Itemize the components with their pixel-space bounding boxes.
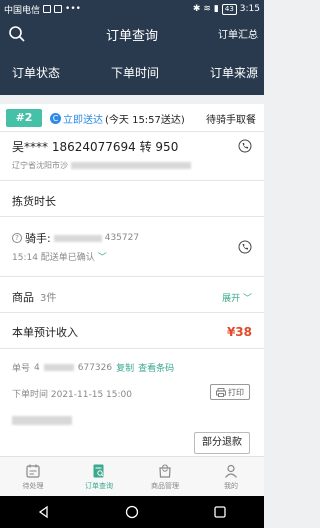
- estimated-income-label: 本单预计收入: [12, 326, 78, 339]
- rider-phone-icon[interactable]: [238, 240, 252, 254]
- chevron-down-icon: ﹀: [97, 253, 107, 263]
- redacted-address: [70, 162, 191, 169]
- wifi-icon: ≋: [203, 4, 211, 14]
- customer-info: 吴**** 18624077694 转 950: [12, 140, 179, 154]
- order-search-icon: [93, 464, 104, 477]
- expand-label: 展开: [222, 294, 241, 304]
- system-nav-bar: [0, 496, 264, 528]
- divider: [0, 276, 264, 277]
- signal-icon: ▮: [213, 4, 219, 14]
- search-icon[interactable]: [8, 25, 26, 43]
- goods-count: 3件: [40, 293, 57, 304]
- filter-bar: 订单状态 下单时间 订单来源: [0, 50, 264, 95]
- tab-order-search[interactable]: 订单查询: [66, 457, 132, 496]
- tab-order-search-label: 订单查询: [85, 481, 113, 490]
- page-title: 订单查询: [105, 28, 158, 44]
- bottom-tab-bar: 待处理 订单查询 商品管理 我的: [0, 456, 264, 496]
- status-bar: 中国电信 ••• ✱ ≋ ▮ 43 3:15: [0, 0, 264, 18]
- order-status: 待骑手取餐: [206, 115, 256, 126]
- recents-icon[interactable]: [213, 505, 227, 519]
- dispatch-text: 15:14 配送单已确认: [12, 253, 95, 263]
- order-number-row: 单号 4 677326 复制 查看条码: [12, 361, 174, 375]
- order-number-tail: 677326: [77, 362, 113, 373]
- rider-phone: 435727: [104, 233, 140, 243]
- expand-goods-button[interactable]: 展开 ﹀: [222, 291, 252, 304]
- goods-row: 商品 3件: [12, 289, 56, 305]
- tab-goods-management-label: 商品管理: [151, 481, 179, 490]
- notification-icon: [43, 5, 52, 13]
- delivery-info: C 立即送达 (今天 15:57送达): [50, 111, 185, 126]
- customer-address: 辽宁省沈阳市沙: [12, 160, 191, 171]
- carrier-label: 中国电信: [4, 5, 41, 16]
- tab-pending[interactable]: 待处理: [0, 457, 66, 496]
- divider: [0, 348, 264, 349]
- home-icon[interactable]: [125, 505, 139, 519]
- more-dots-icon: •••: [65, 4, 81, 14]
- order-summary-button[interactable]: 订单汇总: [218, 26, 258, 41]
- tab-mine-label: 我的: [224, 481, 238, 490]
- partial-refund-button[interactable]: 部分退款: [194, 432, 250, 454]
- battery-icon: 43: [221, 3, 237, 15]
- delivery-mode: 立即送达: [63, 115, 103, 126]
- tab-mine[interactable]: 我的: [198, 457, 264, 496]
- order-card: #2 C 立即送达 (今天 15:57送达) 待骑手取餐 吴**** 18624…: [0, 104, 264, 456]
- picking-time-label: 拣货时长: [12, 195, 56, 208]
- immediate-delivery-icon: C: [50, 113, 61, 124]
- order-number-prefix: 4: [34, 362, 40, 373]
- print-button[interactable]: 打印: [210, 384, 250, 400]
- print-label: 打印: [228, 387, 244, 397]
- rider-info: ? 骑手: 435727: [12, 230, 139, 246]
- divider: [0, 216, 264, 217]
- bluetooth-icon: ✱: [192, 4, 201, 14]
- phone-icon[interactable]: [238, 139, 252, 153]
- help-icon[interactable]: ?: [12, 233, 22, 243]
- address-text: 辽宁省沈阳市沙: [12, 161, 68, 170]
- filter-order-time[interactable]: 下单时间: [111, 64, 159, 81]
- dispatch-status[interactable]: 15:14 配送单已确认 ﹀: [12, 250, 107, 263]
- estimated-income-value: ¥38: [226, 325, 252, 339]
- shopping-bag-icon: [159, 463, 171, 478]
- redacted-rider: [53, 234, 102, 242]
- printer-icon: [216, 387, 226, 397]
- person-icon: [225, 464, 237, 478]
- app-header: 订单查询 订单汇总: [0, 18, 264, 50]
- rider-label: 骑手:: [25, 232, 51, 245]
- divider: [0, 312, 264, 313]
- calendar-icon: [26, 464, 40, 478]
- order-number-badge: #2: [6, 109, 42, 127]
- redacted-note-text: [12, 416, 72, 425]
- tab-pending-label: 待处理: [22, 481, 44, 490]
- goods-label: 商品: [12, 291, 34, 304]
- delivery-time: (今天 15:57送达): [105, 115, 185, 126]
- order-time: 下单时间 2021-11-15 15:00: [12, 390, 132, 400]
- order-number-label: 单号: [12, 364, 31, 374]
- redacted-note: [12, 410, 72, 429]
- view-barcode-button[interactable]: 查看条码: [138, 361, 174, 374]
- chevron-down-icon: ﹀: [242, 294, 252, 304]
- back-icon[interactable]: [37, 505, 51, 519]
- clock: 3:15: [239, 4, 260, 14]
- divider: [0, 131, 264, 132]
- filter-order-source[interactable]: 订单来源: [210, 64, 258, 81]
- redacted-order-number: [43, 364, 74, 371]
- tab-goods-management[interactable]: 商品管理: [132, 457, 198, 496]
- filter-order-status[interactable]: 订单状态: [12, 64, 60, 81]
- copy-button[interactable]: 复制: [116, 361, 134, 374]
- divider: [0, 180, 264, 181]
- image-notification-icon: [54, 5, 63, 13]
